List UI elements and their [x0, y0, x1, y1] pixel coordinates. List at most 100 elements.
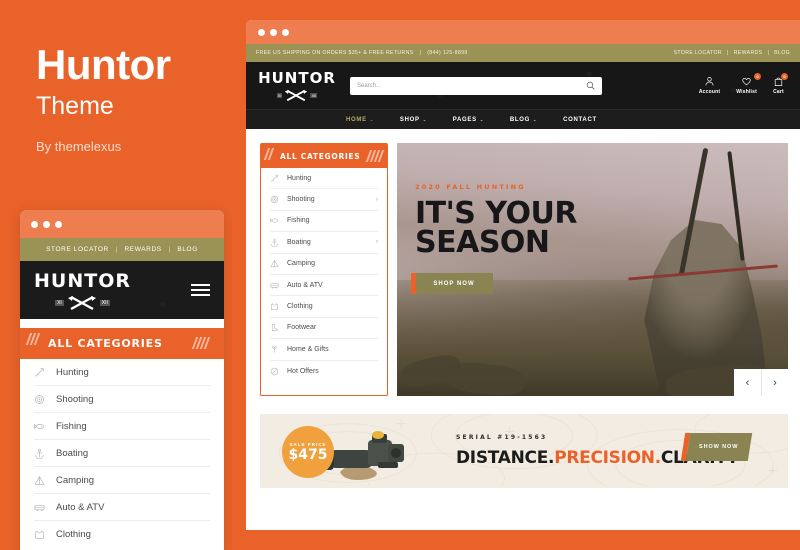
mobile-category-shooting[interactable]: Shooting [34, 386, 210, 413]
mobile-header: HUNTOR XI XII [20, 261, 224, 319]
category-footwear[interactable]: Footwear [270, 318, 378, 340]
search-bar[interactable]: Search... [350, 76, 602, 95]
anchor-icon [271, 238, 278, 247]
mobile-category-camping[interactable]: Camping [34, 467, 210, 494]
target-icon [35, 394, 44, 404]
slash-decoration [191, 337, 211, 349]
label: Camping [56, 474, 95, 486]
window-dot-minimize[interactable] [270, 28, 277, 36]
promo-show-now-button[interactable]: SHOW NOW [685, 433, 753, 461]
hamburger-icon[interactable] [191, 284, 210, 296]
mobile-category-hunting[interactable]: Hunting [34, 359, 210, 386]
rifle-scope-photo [324, 431, 404, 480]
nav-item-contact[interactable]: CONTACT [563, 117, 597, 123]
fish-icon [270, 218, 279, 224]
label: Hot Offers [287, 367, 319, 375]
mobile-categories-title: ALL CATEGORIES [48, 337, 163, 350]
mobile-link-rewards[interactable]: REWARDS [125, 246, 162, 253]
label: Auto & ATV [56, 501, 105, 513]
category-hunting[interactable]: Hunting [270, 168, 378, 190]
shipping-announcement: FREE US SHIPPING ON ORDERS $35+ & FREE R… [256, 50, 414, 56]
window-dot-close[interactable] [31, 220, 38, 228]
label: Clothing [56, 529, 91, 540]
wishlist-label: Wishlist [736, 89, 757, 95]
sale-price-badge: SALE PRICE $475 [282, 426, 334, 478]
mobile-link-store-locator[interactable]: STORE LOCATOR [46, 246, 109, 253]
main-navigation: HOME ⌄ SHOP ⌄ PAGES ⌄ BLOG ⌄ CONTACT [246, 109, 800, 129]
fish-icon [34, 423, 44, 429]
nav-item-shop[interactable]: SHOP ⌄ [400, 117, 427, 123]
search-input[interactable]: Search... [357, 83, 381, 89]
nav-item-home[interactable]: HOME ⌄ [346, 117, 374, 123]
category-shooting[interactable]: Shooting › [270, 189, 378, 211]
slash-decoration [365, 150, 385, 162]
crossed-axes-icon: XI XII [55, 295, 110, 311]
link-store-locator[interactable]: STORE LOCATOR [674, 50, 722, 56]
mobile-category-auto-atv[interactable]: Auto & ATV [34, 494, 210, 521]
hero-slider: 2020 FALL HUNTING IT'S YOUR SEASON SHOP … [397, 143, 788, 396]
logo-right-mark: XII [310, 93, 318, 98]
vehicle-icon [34, 504, 45, 511]
sale-price-amount: $475 [288, 446, 328, 463]
mobile-browser-chrome [20, 210, 224, 238]
window-dot-close[interactable] [258, 28, 265, 36]
window-dot-maximize[interactable] [55, 220, 62, 228]
category-fishing[interactable]: Fishing [270, 211, 378, 233]
label: Hunting [56, 366, 89, 378]
link-blog[interactable]: BLOG [774, 50, 790, 56]
category-auto-atv[interactable]: Auto & ATV [270, 275, 378, 297]
category-home-gifts[interactable]: Home & Gifts [270, 339, 378, 361]
hero-heading: IT'S YOUR SEASON [415, 199, 590, 257]
label: BLOG [509, 116, 531, 123]
window-dot-minimize[interactable] [43, 220, 50, 228]
desktop-preview: FREE US SHIPPING ON ORDERS $35+ & FREE R… [246, 20, 800, 530]
arrow-bow-icon [35, 367, 44, 377]
hero-carousel-controls: ‹ › [734, 369, 788, 396]
cart-button[interactable]: 0 Cart [773, 73, 788, 95]
user-icon [705, 77, 714, 86]
label: Hunting [287, 174, 312, 182]
category-clothing[interactable]: Clothing [270, 296, 378, 318]
mobile-category-list: Hunting Shooting Fishing Boating Camping… [20, 359, 224, 548]
submenu-arrow-icon: › [376, 196, 378, 203]
carousel-prev-button[interactable]: ‹ [734, 369, 761, 396]
chevron-down-icon: ⌄ [422, 117, 427, 122]
categories-title: ALL CATEGORIES [280, 151, 361, 161]
label: HOME [346, 116, 367, 123]
label: Shooting [287, 196, 315, 204]
link-rewards[interactable]: REWARDS [734, 50, 763, 56]
slash-decoration [25, 333, 41, 345]
site-logo[interactable]: HUNTOR XI XII [258, 69, 336, 102]
label: PAGES [452, 116, 477, 123]
promo-cta-label: SHOW NOW [699, 444, 739, 450]
promo-banner[interactable]: SALE PRICE $475 SERIAL #19-1563 DISTANCE… [260, 414, 788, 488]
mobile-logo-text: HUNTOR [34, 269, 131, 292]
mobile-logo[interactable]: HUNTOR XI XII [34, 270, 131, 311]
category-boating[interactable]: Boating › [270, 232, 378, 254]
search-icon[interactable] [586, 81, 595, 90]
category-camping[interactable]: Camping [270, 254, 378, 275]
mobile-category-boating[interactable]: Boating [34, 440, 210, 467]
mobile-link-blog[interactable]: BLOG [177, 246, 197, 253]
label: Fishing [56, 420, 87, 432]
label: CONTACT [563, 116, 597, 123]
axes-svg [285, 89, 308, 102]
separator: | [767, 50, 770, 56]
fire-icon [270, 367, 279, 375]
mobile-category-fishing[interactable]: Fishing [34, 413, 210, 440]
account-button[interactable]: Account [699, 76, 720, 95]
hero-shop-now-button[interactable]: SHOP NOW [411, 273, 493, 294]
mobile-category-clothing[interactable]: Clothing [34, 521, 210, 548]
nav-item-blog[interactable]: BLOG ⌄ [510, 117, 537, 123]
phone-number[interactable]: (844) 125-8899 [427, 50, 467, 56]
brand-title: Huntor [36, 41, 171, 88]
crossed-axes-icon: XI XII [276, 89, 318, 102]
wishlist-button[interactable]: 0 Wishlist [736, 73, 761, 95]
carousel-next-button[interactable]: › [761, 369, 788, 396]
window-dot-maximize[interactable] [282, 28, 289, 36]
mobile-categories-header[interactable]: ALL CATEGORIES [20, 328, 224, 359]
promo-headline-part1: DISTANCE. [456, 448, 555, 468]
nav-item-pages[interactable]: PAGES ⌄ [453, 117, 484, 123]
promo-panel: Huntor Theme By themelexus STORE LOCATOR… [0, 0, 246, 550]
category-hot-offers[interactable]: Hot Offers [270, 361, 378, 382]
